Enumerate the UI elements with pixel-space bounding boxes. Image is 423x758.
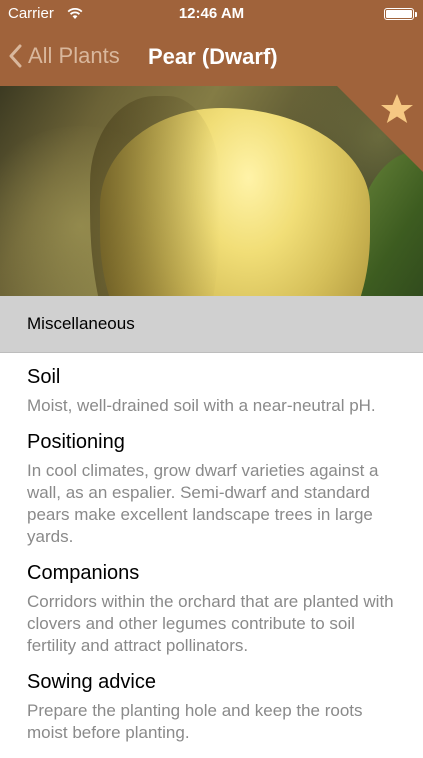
battery-icon — [384, 8, 417, 20]
status-bar: Carrier 12:46 AM — [0, 0, 423, 28]
chevron-left-icon — [9, 44, 22, 68]
detail-text: Moist, well-drained soil with a near-neu… — [27, 396, 376, 415]
section-header: Miscellaneous — [0, 296, 423, 353]
page-title: Pear (Dwarf) — [148, 44, 278, 69]
section-title: Miscellaneous — [27, 314, 135, 333]
detail-item: Positioning In cool climates, grow dwarf… — [27, 431, 397, 548]
detail-title: Sowing advice — [27, 671, 156, 693]
detail-title: Companions — [27, 562, 140, 584]
detail-text: Prepare the planting hole and keep the r… — [27, 701, 363, 742]
navigation-bar: All Plants Pear (Dwarf) — [0, 28, 423, 86]
back-button[interactable]: All Plants — [8, 38, 120, 74]
detail-item: Companions Corridors within the orchard … — [27, 562, 397, 657]
detail-item: Soil Moist, well-drained soil with a nea… — [27, 366, 397, 417]
detail-item: Sowing advice Prepare the planting hole … — [27, 671, 397, 744]
detail-text: Corridors within the orchard that are pl… — [27, 592, 394, 655]
plant-details: Soil Moist, well-drained soil with a nea… — [27, 366, 397, 758]
detail-text: In cool climates, grow dwarf varieties a… — [27, 461, 379, 546]
back-label: All Plants — [28, 43, 120, 68]
clock: 12:46 AM — [178, 5, 245, 22]
favorite-button[interactable] — [337, 86, 423, 172]
detail-title: Positioning — [27, 431, 125, 453]
plant-photo — [0, 86, 423, 296]
header: Carrier 12:46 AM All Plants Pear (Dwarf) — [0, 0, 423, 86]
detail-title: Soil — [27, 366, 61, 388]
